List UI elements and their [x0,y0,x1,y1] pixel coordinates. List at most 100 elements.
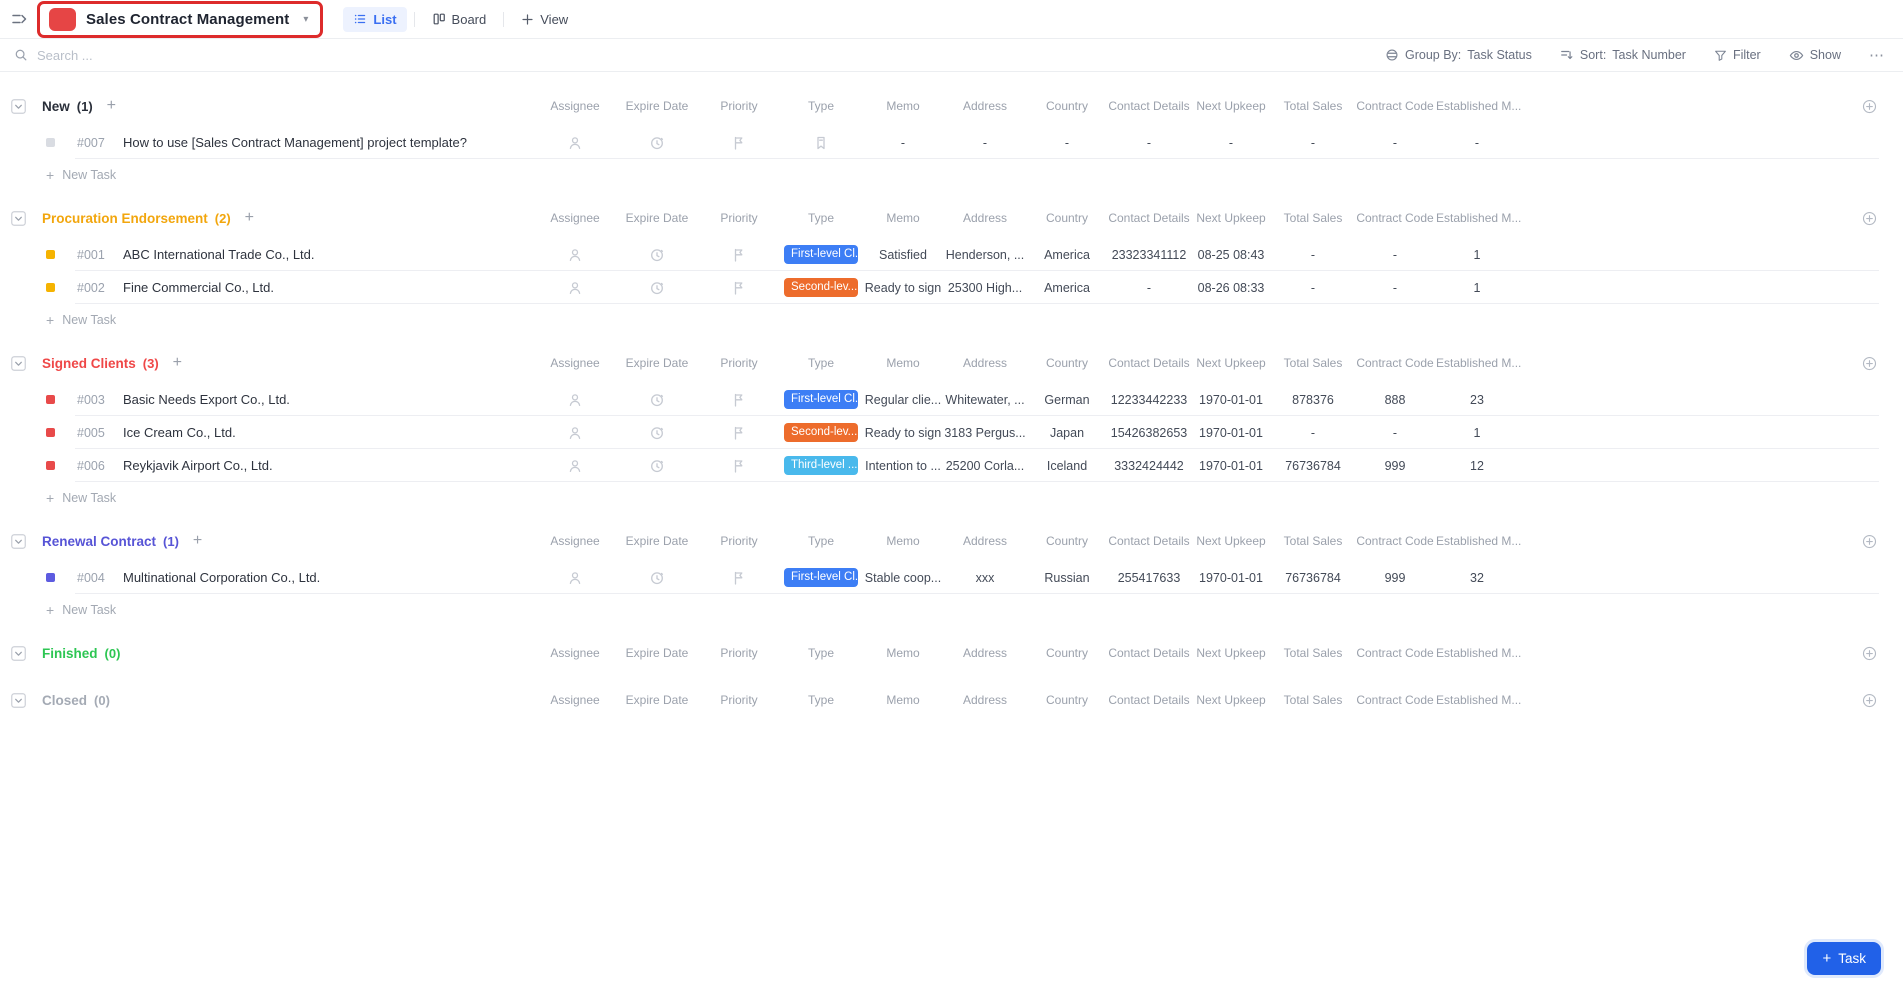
expire-date-cell[interactable] [616,280,698,296]
column-header-memo[interactable]: Memo [862,211,944,225]
total-sales-cell[interactable]: - [1272,281,1354,295]
column-header-established-m[interactable]: Established M... [1436,646,1526,660]
group-name[interactable]: Procuration Endorsement [42,211,208,226]
type-cell[interactable]: Second-lev... [780,278,862,298]
task-title[interactable]: Ice Cream Co., Ltd. [123,425,236,440]
column-header-established-m[interactable]: Established M... [1436,99,1526,113]
type-pill[interactable]: Second-lev... [784,423,858,443]
sidebar-toggle-icon[interactable] [10,10,28,28]
filter-button[interactable]: Filter [1714,48,1761,62]
status-square[interactable] [46,428,55,437]
type-cell[interactable]: Third-level ... [780,456,862,476]
memo-cell[interactable]: Stable coop... [862,571,944,585]
contact-details-cell[interactable]: 255417633 [1108,571,1190,585]
column-header-memo[interactable]: Memo [862,356,944,370]
address-cell[interactable]: 25300 High... [944,281,1026,295]
total-sales-cell[interactable]: - [1272,136,1354,150]
established-cell[interactable]: 12 [1436,459,1518,473]
next-upkeep-cell[interactable]: 1970-01-01 [1190,426,1272,440]
country-cell[interactable]: - [1026,136,1108,150]
type-pill[interactable]: Third-level ... [784,456,858,476]
next-upkeep-cell[interactable]: - [1190,136,1272,150]
contract-code-cell[interactable]: - [1354,426,1436,440]
established-cell[interactable]: 1 [1436,426,1518,440]
task-title[interactable]: Basic Needs Export Co., Ltd. [123,392,290,407]
column-header-contact-details[interactable]: Contact Details [1108,646,1190,660]
memo-cell[interactable]: Satisfied [862,248,944,262]
contract-code-cell[interactable]: - [1354,281,1436,295]
column-header-total-sales[interactable]: Total Sales [1272,99,1354,113]
total-sales-cell[interactable]: 76736784 [1272,571,1354,585]
column-header-assignee[interactable]: Assignee [534,356,616,370]
assignee-cell[interactable] [534,425,616,441]
address-cell[interactable]: Henderson, ... [944,248,1026,262]
show-button[interactable]: Show [1789,48,1841,63]
total-sales-cell[interactable]: 878376 [1272,393,1354,407]
assignee-cell[interactable] [534,570,616,586]
contract-code-cell[interactable]: 999 [1354,571,1436,585]
task-title[interactable]: Multinational Corporation Co., Ltd. [123,570,320,585]
column-header-country[interactable]: Country [1026,211,1108,225]
assignee-cell[interactable] [534,247,616,263]
assignee-cell[interactable] [534,135,616,151]
type-cell[interactable]: First-level Cl... [780,390,862,410]
column-header-contact-details[interactable]: Contact Details [1108,693,1190,707]
column-header-memo[interactable]: Memo [862,534,944,548]
type-cell[interactable]: First-level Cl... [780,245,862,265]
expire-date-cell[interactable] [616,392,698,408]
contact-details-cell[interactable]: - [1108,281,1190,295]
column-header-contract-code[interactable]: Contract Code [1354,693,1436,707]
column-header-priority[interactable]: Priority [698,693,780,707]
column-header-next-upkeep[interactable]: Next Upkeep [1190,693,1272,707]
search-input[interactable] [35,47,395,64]
contract-code-cell[interactable]: - [1354,248,1436,262]
expire-date-cell[interactable] [616,425,698,441]
type-pill[interactable]: First-level Cl... [784,390,858,410]
column-header-type[interactable]: Type [780,356,862,370]
collapse-checkbox-icon[interactable] [11,211,26,226]
column-header-total-sales[interactable]: Total Sales [1272,646,1354,660]
column-header-assignee[interactable]: Assignee [534,693,616,707]
task-title[interactable]: ABC International Trade Co., Ltd. [123,247,315,262]
established-cell[interactable]: 32 [1436,571,1518,585]
priority-cell[interactable] [698,247,780,263]
collapse-checkbox-icon[interactable] [11,356,26,371]
contract-code-cell[interactable]: 888 [1354,393,1436,407]
collapse-checkbox-icon[interactable] [11,99,26,114]
country-cell[interactable]: Iceland [1026,459,1108,473]
column-header-established-m[interactable]: Established M... [1436,693,1526,707]
type-cell[interactable]: Second-lev... [780,423,862,443]
tab-add-view[interactable]: View [511,7,578,32]
assignee-cell[interactable] [534,392,616,408]
add-task-button[interactable]: + Task [1807,942,1881,975]
tab-board[interactable]: Board [422,7,497,32]
column-header-country[interactable]: Country [1026,356,1108,370]
column-header-memo[interactable]: Memo [862,99,944,113]
column-header-type[interactable]: Type [780,646,862,660]
priority-cell[interactable] [698,392,780,408]
column-header-contact-details[interactable]: Contact Details [1108,211,1190,225]
column-header-expire-date[interactable]: Expire Date [616,211,698,225]
expire-date-cell[interactable] [616,247,698,263]
established-cell[interactable]: 23 [1436,393,1518,407]
total-sales-cell[interactable]: 76736784 [1272,459,1354,473]
column-header-expire-date[interactable]: Expire Date [616,99,698,113]
column-header-total-sales[interactable]: Total Sales [1272,534,1354,548]
group-add-button[interactable]: + [107,98,116,114]
column-header-address[interactable]: Address [944,693,1026,707]
new-task-button[interactable]: + New Task [0,304,1903,336]
column-header-type[interactable]: Type [780,693,862,707]
add-column-button[interactable] [1862,534,1877,549]
contact-details-cell[interactable]: 23323341112 [1108,248,1190,262]
task-title[interactable]: Fine Commercial Co., Ltd. [123,280,274,295]
column-header-next-upkeep[interactable]: Next Upkeep [1190,211,1272,225]
country-cell[interactable]: Russian [1026,571,1108,585]
collapse-checkbox-icon[interactable] [11,693,26,708]
column-header-contact-details[interactable]: Contact Details [1108,356,1190,370]
group-add-button[interactable]: + [173,355,182,371]
add-column-button[interactable] [1862,693,1877,708]
priority-cell[interactable] [698,458,780,474]
column-header-next-upkeep[interactable]: Next Upkeep [1190,356,1272,370]
column-header-address[interactable]: Address [944,534,1026,548]
column-header-memo[interactable]: Memo [862,693,944,707]
